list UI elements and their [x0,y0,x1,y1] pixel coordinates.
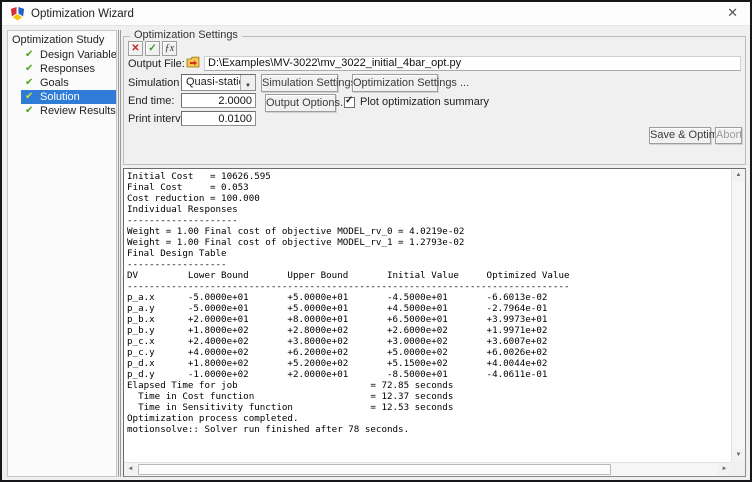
sidebar-item-design-variables[interactable]: ✔ Design Variables [21,48,116,62]
close-icon[interactable]: ✕ [727,5,738,21]
scroll-left-icon[interactable]: ◄ [124,463,137,476]
plot-summary-label: Plot optimization summary [360,96,489,108]
check-icon: ✔ [25,76,33,90]
sidebar-item-label: Design Variables [40,49,117,61]
open-folder-icon[interactable] [186,56,201,69]
simulation-settings-button[interactable]: Simulation Settings... [261,74,338,92]
simulation-type-select[interactable]: Quasi-static ▼ [181,74,256,91]
checkbox-mark-icon: ✓ [345,95,353,106]
check-icon: ✓ [148,43,156,54]
end-time-label: End time: [128,95,174,107]
horizontal-scroll-thumb[interactable] [138,464,611,475]
sidebar-item-solution[interactable]: ✔ Solution [21,90,116,104]
delete-button[interactable]: ✕ [128,41,143,56]
simulation-type-value: Quasi-static [186,76,244,89]
checkbox-box[interactable]: ✓ [344,97,355,108]
check-icon: ✔ [25,48,33,62]
sidebar-item-label: Solution [40,91,80,103]
scroll-right-icon[interactable]: ► [718,463,731,476]
apply-button[interactable]: ✓ [145,41,160,56]
fx-icon: ƒx [165,43,174,54]
scrollbar-corner [731,462,745,476]
solver-output-console: Initial Cost = 10626.595 Final Cost = 0.… [123,168,746,477]
abort-button[interactable]: Abort [715,127,742,144]
save-and-optimize-button[interactable]: Save & Optimize [649,127,711,144]
tree-root-label[interactable]: Optimization Study [8,31,116,48]
output-file-label: Output File: [128,58,185,70]
sidebar-item-label: Review Results [40,105,116,117]
scroll-down-icon[interactable]: ▼ [732,449,745,462]
chevron-down-icon: ▼ [245,83,251,89]
scroll-up-icon[interactable]: ▲ [732,169,745,182]
combo-arrow-box[interactable]: ▼ [240,75,255,90]
window-title: Optimization Wizard [31,8,134,20]
expression-builder-button[interactable]: ƒx [162,41,177,56]
app-logo-icon [10,6,25,21]
x-icon: ✕ [131,43,139,54]
sidebar-item-label: Responses [40,63,95,75]
check-icon: ✔ [25,104,33,118]
optimization-settings-group: Optimization Settings ✕ ✓ ƒx Output File… [123,36,746,165]
group-title: Optimization Settings [130,29,242,41]
console-text: Initial Cost = 10626.595 Final Cost = 0.… [127,171,729,460]
plot-summary-checkbox[interactable]: ✓ Plot optimization summary [344,96,489,108]
sidebar-item-label: Goals [40,77,69,89]
window-titlebar: Optimization Wizard ✕ [2,2,750,26]
output-file-path[interactable]: D:\Examples\MV-3022\mv_3022_initial_4bar… [204,56,741,71]
panel-splitter[interactable] [118,30,121,477]
horizontal-scrollbar[interactable]: ◄ ► [124,462,731,476]
vertical-scrollbar[interactable]: ▲ ▼ [731,169,745,462]
check-icon: ✔ [25,90,33,104]
sidebar-item-review-results[interactable]: ✔ Review Results [21,104,116,118]
optimization-wizard-window: Optimization Wizard ✕ Optimization Study… [0,0,752,482]
sidebar-item-responses[interactable]: ✔ Responses [21,62,116,76]
optimization-settings-button[interactable]: Optimization Settings ... [352,74,438,92]
sidebar-item-goals[interactable]: ✔ Goals [21,76,116,90]
print-interval-field[interactable] [181,111,256,126]
output-options-button[interactable]: Output Options... [265,94,336,112]
end-time-field[interactable] [181,93,256,108]
optimization-study-tree: Optimization Study ✔ Design Variables ✔ … [7,30,117,477]
check-icon: ✔ [25,62,33,76]
